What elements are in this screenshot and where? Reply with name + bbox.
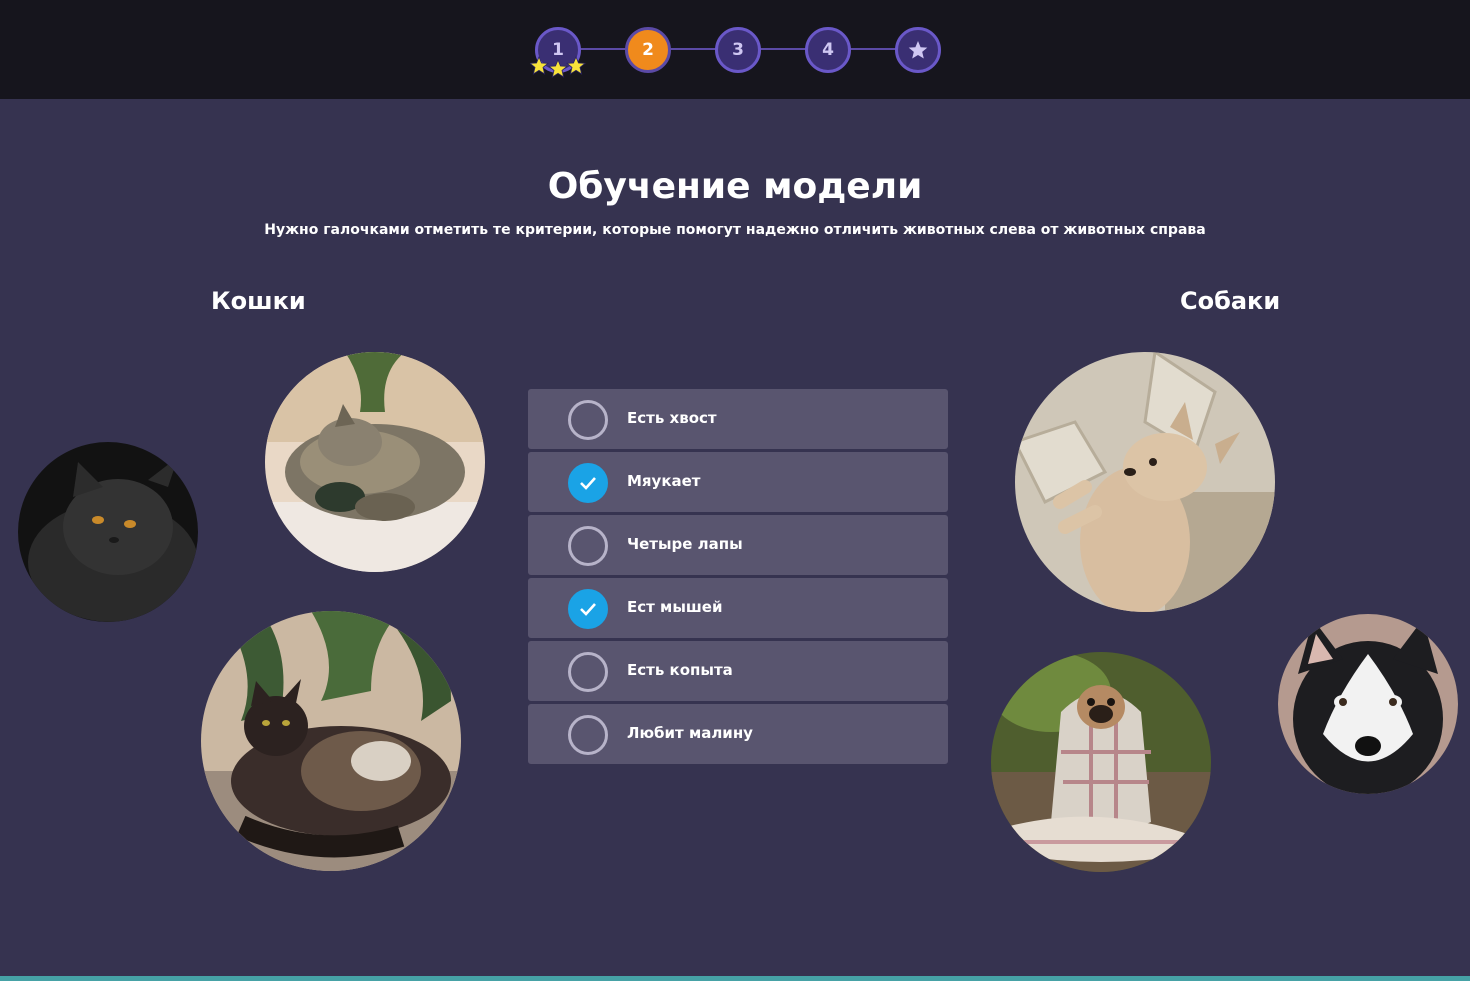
cat-photo-sleeping [265, 352, 485, 572]
criterion-item[interactable]: Есть хвост [528, 389, 948, 449]
checkbox[interactable] [568, 715, 608, 755]
criterion-label: Четыре лапы [627, 535, 743, 553]
step-2[interactable]: 2 [625, 27, 671, 73]
criterion-item[interactable]: Ест мышей [528, 578, 948, 638]
checkbox[interactable] [568, 400, 608, 440]
step-3[interactable]: 3 [715, 27, 761, 73]
criteria-list: Есть хвост Мяукает Четыре лапы Ест мышей… [528, 389, 948, 767]
checkbox[interactable] [568, 526, 608, 566]
cat-photo-plant [201, 611, 461, 871]
step-2-label: 2 [642, 40, 654, 60]
cat-photo-black [18, 442, 198, 622]
criterion-item[interactable]: Есть копыта [528, 641, 948, 701]
star-icon [908, 41, 928, 59]
step-4[interactable]: 4 [805, 27, 851, 73]
checkmark-icon [580, 477, 596, 490]
criterion-label: Любит малину [627, 724, 753, 742]
page-title: Обучение модели [547, 166, 923, 207]
criterion-item[interactable]: Мяукает [528, 452, 948, 512]
criterion-label: Мяукает [627, 472, 701, 490]
criterion-item[interactable]: Любит малину [528, 704, 948, 764]
dog-photo-husky [1278, 614, 1458, 794]
bottom-strip [0, 976, 1470, 981]
group-label-cats: Кошки [211, 287, 306, 315]
checkbox[interactable] [568, 463, 608, 503]
step-final[interactable] [895, 27, 941, 73]
step-4-label: 4 [822, 40, 834, 60]
dog-photo-pug [991, 652, 1211, 872]
checkbox[interactable] [568, 652, 608, 692]
progress-header: 1 2 3 4 [0, 0, 1470, 99]
checkmark-icon [580, 603, 596, 616]
criterion-item[interactable]: Четыре лапы [528, 515, 948, 575]
page-subtitle: Нужно галочками отметить те критерии, ко… [264, 222, 1206, 238]
criterion-label: Ест мышей [627, 598, 723, 616]
criterion-label: Есть хвост [627, 409, 717, 427]
step-3-label: 3 [732, 40, 744, 60]
dog-photo-chihuahua [1015, 352, 1275, 612]
group-label-dogs: Собаки [1180, 287, 1281, 315]
step-1-stars-icon [530, 56, 586, 78]
criterion-label: Есть копыта [627, 661, 733, 679]
checkbox[interactable] [568, 589, 608, 629]
